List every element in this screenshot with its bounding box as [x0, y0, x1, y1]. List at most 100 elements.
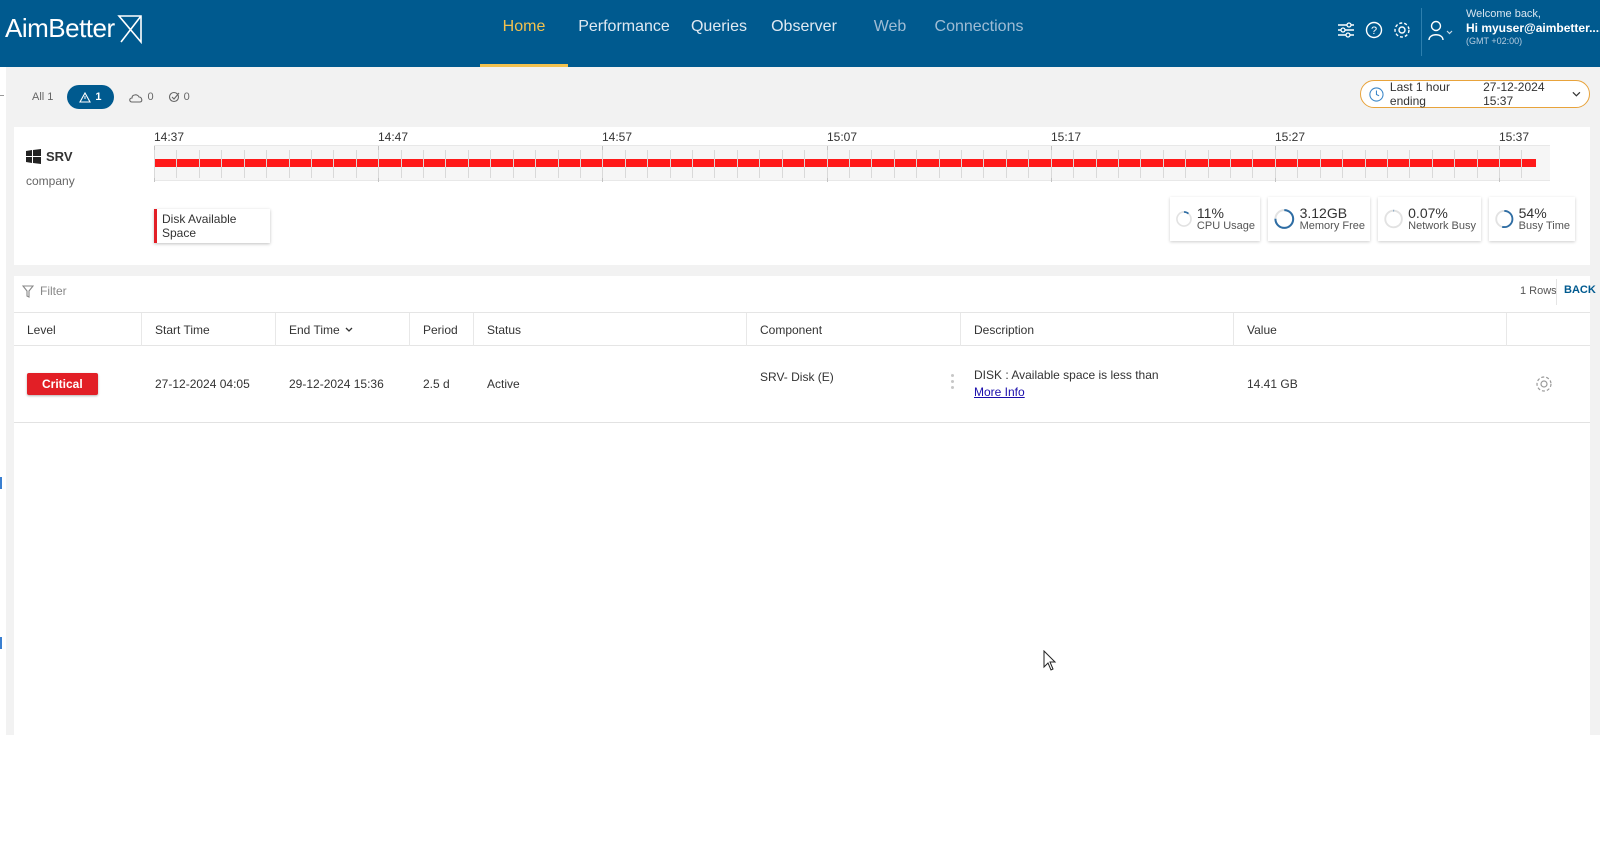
- timeline-minor-gridline: [737, 150, 738, 178]
- kebab-menu-icon[interactable]: [951, 374, 954, 389]
- metric-label: Memory Free: [1299, 219, 1365, 232]
- metric-card[interactable]: 3.12GB Memory Free: [1268, 197, 1370, 241]
- timeline-tick-label: 15:37: [1499, 130, 1530, 144]
- user-name: Hi myuser@aimbetter....: [1466, 21, 1600, 36]
- metric-card[interactable]: 11% CPU Usage: [1170, 197, 1260, 241]
- timeline-minor-gridline: [1454, 150, 1455, 178]
- server-metrics: 11% CPU Usage 3.12GB Memory Free 0.07% Networ…: [1170, 197, 1575, 241]
- server-company: company: [26, 174, 75, 188]
- rows-count: 1 Rows: [1520, 285, 1557, 297]
- timeline-minor-gridline: [154, 150, 155, 178]
- user-info[interactable]: Welcome back, Hi myuser@aimbetter.... (G…: [1466, 8, 1600, 46]
- cell-status: Active: [487, 377, 520, 391]
- metric-ring-icon: [1384, 209, 1403, 229]
- header-divider: [1421, 8, 1422, 56]
- server-name-label: SRV: [46, 149, 73, 164]
- timeline-minor-gridline: [692, 150, 693, 178]
- help-icon[interactable]: ?: [1364, 18, 1384, 42]
- windows-icon: [26, 149, 41, 164]
- alert-chip-disk-space[interactable]: Disk Available Space: [154, 209, 270, 243]
- timeline-minor-gridline: [1230, 150, 1231, 178]
- logo[interactable]: AimBetter: [5, 13, 143, 44]
- cell-description: DISK : Available space is less than More…: [961, 346, 1159, 422]
- timeline-minor-gridline: [558, 150, 559, 178]
- cell-value: 14.41 GB: [1247, 377, 1298, 391]
- rows-divider: [1556, 279, 1557, 305]
- timeline-minor-gridline: [1387, 150, 1388, 178]
- timeline-minor-gridline: [602, 150, 603, 178]
- table-filter[interactable]: Filter: [22, 284, 67, 298]
- col-description[interactable]: Description: [961, 313, 1234, 346]
- col-level[interactable]: Level: [14, 313, 142, 346]
- filter-all[interactable]: All 1: [32, 91, 53, 103]
- timeline-tick-label: 15:27: [1275, 130, 1306, 144]
- gear-icon[interactable]: [1392, 18, 1412, 42]
- user-icon[interactable]: [1428, 20, 1454, 47]
- metric-text: 54% Busy Time: [1519, 206, 1570, 232]
- col-period[interactable]: Period: [410, 313, 474, 346]
- server-name[interactable]: SRV: [26, 149, 73, 164]
- user-timezone: (GMT +02:00): [1466, 35, 1523, 46]
- metric-label: CPU Usage: [1196, 219, 1255, 232]
- time-range-picker[interactable]: Last 1 hour ending 27-12-2024 15:37: [1360, 80, 1590, 108]
- sort-desc-icon: [345, 327, 353, 332]
- cell-component: SRV- Disk (E): [760, 370, 834, 384]
- timeline-minor-gridline: [849, 150, 850, 178]
- col-value[interactable]: Value: [1234, 313, 1507, 346]
- warning-icon: [79, 91, 92, 103]
- timeline-minor-gridline: [1342, 150, 1343, 178]
- filter-cloud[interactable]: 0: [128, 91, 154, 103]
- timeline-minor-gridline: [1365, 150, 1366, 178]
- metric-text: 11% CPU Usage: [1197, 206, 1255, 232]
- timeline-minor-gridline: [289, 150, 290, 178]
- timeline-minor-gridline: [939, 150, 940, 178]
- mouse-cursor-icon: [1043, 649, 1057, 677]
- metric-value: 3.12GB: [1299, 204, 1348, 221]
- time-range-label: Last 1 hour ending: [1389, 80, 1450, 108]
- nav-queries[interactable]: Queries: [690, 0, 748, 67]
- time-range-value: 27-12-2024 15:37: [1483, 80, 1545, 108]
- timeline-minor-gridline: [468, 150, 469, 178]
- row-gear-icon[interactable]: [1535, 375, 1553, 398]
- timeline-minor-gridline: [1432, 150, 1433, 178]
- timeline-minor-gridline: [244, 150, 245, 178]
- logo-mark-icon: [116, 14, 142, 44]
- timeline-minor-gridline: [513, 150, 514, 178]
- nav-observer[interactable]: Observer: [768, 0, 840, 67]
- nav-performance[interactable]: Performance: [568, 0, 680, 67]
- cell-level: Critical: [14, 346, 98, 422]
- col-status[interactable]: Status: [474, 313, 747, 346]
- nav-connections[interactable]: Connections: [934, 0, 1024, 67]
- more-info-link[interactable]: More Info: [974, 385, 1025, 399]
- top-bar: AimBetter Home Performance Queries Obser…: [0, 0, 1600, 67]
- critical-badge: Critical: [27, 373, 98, 395]
- list-settings-icon[interactable]: [1336, 18, 1356, 42]
- metric-ring-icon: [1274, 209, 1295, 229]
- nav-home[interactable]: Home: [480, 0, 568, 67]
- metric-card[interactable]: 54% Busy Time: [1489, 197, 1575, 241]
- back-button[interactable]: BACK: [1564, 284, 1596, 296]
- nav-web[interactable]: Web: [870, 0, 910, 67]
- filter-all-label: All 1: [32, 91, 54, 103]
- description-text: DISK : Available space is less than: [974, 368, 1159, 383]
- metric-ring-icon: [1495, 209, 1514, 229]
- timeline-minor-gridline: [670, 150, 671, 178]
- filter-alerts[interactable]: 1: [67, 85, 114, 109]
- timeline-minor-gridline: [1096, 150, 1097, 178]
- timeline-minor-gridline: [535, 150, 536, 178]
- col-start-time[interactable]: Start Time: [142, 313, 276, 346]
- table-row[interactable]: Critical 27-12-2024 04:05 29-12-2024 15:…: [14, 346, 1590, 423]
- timeline-track[interactable]: [154, 145, 1550, 182]
- cell-period: 2.5 d: [423, 377, 450, 391]
- timeline-minor-gridline: [1051, 150, 1052, 178]
- timeline-minor-gridline: [1073, 150, 1074, 178]
- timeline-minor-gridline: [1006, 150, 1007, 178]
- metric-text: 3.12GB Memory Free: [1300, 206, 1365, 232]
- filter-resolved[interactable]: 0: [168, 91, 190, 103]
- col-end-time[interactable]: End Time: [276, 313, 410, 346]
- metric-card[interactable]: 0.07% Network Busy: [1378, 197, 1481, 241]
- timeline-minor-gridline: [804, 150, 805, 178]
- timeline-axis: 14:37 14:47 14:57 15:07 15:17 15:27 15:37: [154, 130, 1554, 144]
- alert-duration-bar[interactable]: [154, 159, 1536, 167]
- cloud-icon: [128, 93, 142, 103]
